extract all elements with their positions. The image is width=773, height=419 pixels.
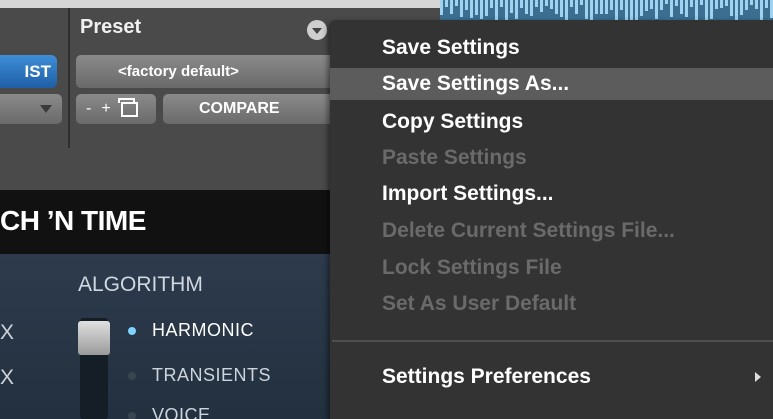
waveform-bar [730,0,733,16]
waveform-bar [595,0,598,14]
waveform-bar [720,0,723,8]
waveform-bar [510,0,513,14]
preset-menu-button[interactable] [307,20,327,40]
waveform-bar [520,0,523,8]
waveform-bar [710,0,713,19]
plugin-window: Preset IST <factory default> - + COMPARE… [0,0,773,419]
waveform-bar [545,0,548,6]
waveform-bar [600,0,603,14]
waveform-bar [610,0,613,10]
waveform-bar [680,0,683,15]
preset-label: Preset [80,16,142,38]
submenu-arrow-icon [755,372,761,382]
left-dropdown[interactable] [0,94,62,124]
plugin-title: CH ’N TIME [0,205,146,236]
menu-separator [332,340,773,342]
waveform-bar [655,0,658,20]
waveform-bar [705,0,708,20]
waveform-bar [525,0,528,14]
waveform-bar [560,0,563,18]
waveform-bar [475,0,478,15]
previous-preset-button[interactable]: - [86,94,91,124]
waveform-bar [565,0,568,21]
radio-indicator [128,412,136,419]
waveform-bar [450,0,453,14]
waveform-bar [740,0,743,15]
waveform-bar [575,0,578,14]
compare-button[interactable]: COMPARE [163,94,338,124]
waveform-bar [550,0,553,10]
waveform-bar [690,0,693,7]
waveform-bar [660,0,663,10]
waveform-bar [750,0,753,6]
algorithm-label: ALGORITHM [78,273,203,296]
preset-nav-buttons: - + [76,94,156,124]
waveform-bar [700,0,703,5]
waveform-bar [620,0,623,10]
waveform-bar [555,0,558,15]
waveform-bar [650,0,653,9]
waveform-bar [580,0,583,6]
waveform-bar [445,0,448,7]
waveform-bar [685,0,688,17]
radio-indicator [128,327,136,336]
waveform-bar [465,0,468,11]
menu-item-save-settings[interactable]: Save Settings [382,36,520,60]
waveform-bar [765,0,768,8]
waveform-bar [485,0,488,17]
waveform-bar [645,0,648,12]
radio-indicator [128,372,136,381]
header-divider [68,8,70,148]
waveform-bar [745,0,748,11]
waveform-bar [585,0,588,19]
menu-item-delete-settings-file[interactable]: Delete Current Settings File... [382,219,675,243]
waveform-bar [640,0,643,17]
waveform-bar [535,0,538,8]
left-label-2: X [0,366,15,389]
waveform-bar [675,0,678,6]
menu-item-paste-settings[interactable]: Paste Settings [382,146,527,170]
waveform-bar [440,0,443,15]
menu-item-settings-preferences[interactable]: Settings Preferences [382,365,591,389]
waveform-bar [480,0,483,19]
algorithm-option-voice[interactable]: VOICE [128,405,211,419]
menu-item-set-as-user-default[interactable]: Set As User Default [382,292,576,316]
next-preset-button[interactable]: + [101,94,110,124]
waveform-bar [540,0,543,12]
waveform-bar [490,0,493,8]
menu-item-save-settings-as[interactable]: Save Settings As... [382,72,569,96]
waveform-bar [570,0,573,7]
option-label: TRANSIENTS [152,365,272,385]
preset-selector[interactable]: <factory default> [76,55,341,88]
menu-item-copy-settings[interactable]: Copy Settings [382,110,523,134]
preset-context-menu: Save Settings Save Settings As... Copy S… [330,20,773,419]
waveform-bar [755,0,758,10]
waveform-bar [530,0,533,17]
option-label: HARMONIC [152,320,254,340]
bypass-button[interactable]: IST [0,55,57,88]
waveform-bar [670,0,673,17]
waveform-bar [500,0,503,7]
copy-icon[interactable] [117,98,138,117]
waveform-bar [760,0,763,22]
algorithm-slider-handle[interactable] [78,321,110,355]
option-label: VOICE [152,405,211,419]
menu-item-import-settings[interactable]: Import Settings... [382,182,554,206]
waveform-bar [665,0,668,5]
waveform-bar [470,0,473,19]
waveform-bar [460,0,463,17]
waveform-bar [455,0,458,6]
waveform-bar [635,0,638,21]
algorithm-option-harmonic[interactable]: HARMONIC [128,320,254,341]
menu-item-lock-settings-file[interactable]: Lock Settings File [382,256,562,280]
waveform-bar [715,0,718,10]
waveform-bar [725,0,728,6]
waveform-bar [605,0,608,14]
waveform-bar [515,0,518,19]
algorithm-option-transients[interactable]: TRANSIENTS [128,365,271,386]
left-label-1: X [0,321,15,344]
waveform-bar [615,0,618,21]
